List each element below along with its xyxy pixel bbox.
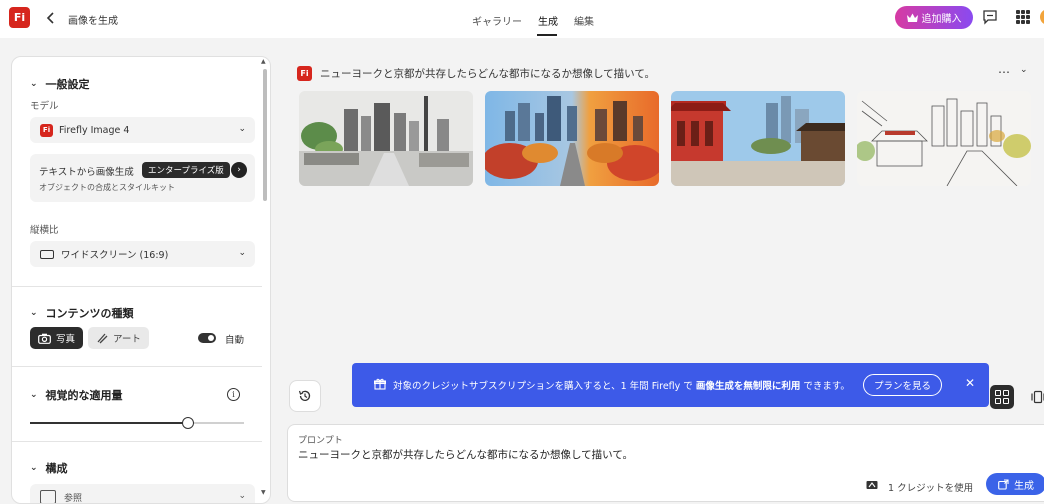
general-settings-heading: 一般設定 — [45, 78, 90, 91]
chevron-left-icon[interactable] — [43, 8, 59, 28]
visual-intensity-heading: 視覚的な適用量 — [45, 389, 123, 402]
tab-gallery[interactable]: ギャラリー — [472, 13, 522, 28]
content-type-heading: コンテンツの種類 — [45, 307, 134, 320]
gift-icon — [374, 378, 386, 390]
chevron-down-icon[interactable]: ⌄ — [1020, 65, 1028, 75]
credit-icon — [866, 481, 878, 489]
aspect-ratio-select[interactable]: ワイドスクリーン (16:9) ⌄ — [30, 241, 255, 267]
more-options-icon[interactable]: ⋯ — [998, 65, 1011, 79]
divider — [12, 286, 262, 287]
chevron-down-icon: ⌄ — [30, 463, 38, 473]
subscription-banner: 対象のクレジットサブスクリプションを購入すると、1 年間 Firefly で 画… — [352, 363, 989, 407]
avatar[interactable] — [1040, 9, 1044, 25]
chevron-down-icon: ⌄ — [238, 491, 246, 501]
chat-icon[interactable] — [982, 9, 998, 25]
photo-label: 写真 — [56, 334, 76, 345]
photo-button[interactable]: 写真 — [30, 327, 84, 349]
art-button[interactable]: アート — [88, 327, 149, 349]
crown-icon — [906, 13, 918, 22]
composition-header[interactable]: ⌄ 構成 — [30, 460, 68, 476]
prompt-box[interactable]: プロンプト ニューヨークと京都が共存したらどんな都市になるか想像して描いて。 1… — [287, 424, 1044, 502]
generated-image-1[interactable] — [299, 91, 473, 186]
content-type-header[interactable]: ⌄ コンテンツの種類 — [30, 305, 134, 321]
slider-fill — [30, 422, 189, 424]
model-value: Firefly Image 4 — [59, 124, 130, 136]
tab-generate[interactable]: 生成 — [538, 13, 558, 28]
widescreen-icon — [40, 249, 54, 259]
text-to-image-subtitle: オブジェクトの合成とスタイルキット — [39, 183, 175, 192]
model-select[interactable]: Fi Firefly Image 4 ⌄ — [30, 117, 255, 143]
text-to-image-title: テキストから画像生成 — [39, 167, 134, 178]
scrollbar-thumb[interactable] — [263, 69, 267, 201]
grid-view-button[interactable] — [990, 385, 1014, 409]
auto-toggle[interactable] — [198, 333, 216, 343]
chevron-down-icon: ⌄ — [238, 248, 246, 258]
scroll-up-arrow-icon[interactable]: ▲ — [261, 58, 266, 65]
firefly-icon: Fi — [297, 66, 312, 81]
top-bar: Fi 画像を生成 ギャラリー 生成 編集 追加購入 — [0, 0, 1044, 38]
visual-intensity-header[interactable]: ⌄ 視覚的な適用量 — [30, 387, 123, 403]
aspect-ratio-value: ワイドスクリーン (16:9) — [61, 250, 169, 261]
generate-button-label: 生成 — [1014, 480, 1034, 492]
brush-icon — [97, 333, 108, 344]
camera-icon — [38, 333, 51, 344]
view-plans-button[interactable]: プランを見る — [863, 374, 943, 396]
settings-panel: ⌄ 一般設定 モデル Fi Firefly Image 4 ⌄ テキストから画像… — [11, 56, 271, 504]
generate-icon — [998, 478, 1009, 490]
general-settings-header[interactable]: ⌄ 一般設定 — [30, 76, 90, 92]
reference-label: 参照 — [64, 493, 83, 504]
chevron-down-icon: ⌄ — [30, 308, 38, 318]
image-icon — [40, 490, 56, 503]
chevron-down-icon: ⌄ — [30, 390, 38, 400]
auto-label: 自動 — [225, 335, 245, 346]
chevron-down-icon: ⌄ — [30, 79, 38, 89]
aspect-ratio-label: 縦横比 — [30, 225, 59, 236]
chevron-down-icon: ⌄ — [238, 124, 246, 134]
firefly-model-icon: Fi — [40, 123, 53, 137]
purchase-button-label: 追加購入 — [921, 14, 962, 25]
firefly-logo[interactable]: Fi — [9, 7, 30, 28]
info-icon[interactable]: i — [227, 388, 240, 401]
scroll-down-arrow-icon[interactable]: ▼ — [261, 489, 266, 496]
banner-text: 対象のクレジットサブスクリプションを購入すると、1 年間 Firefly で 画… — [393, 378, 850, 392]
composition-heading: 構成 — [45, 462, 68, 475]
result-header: Fi ニューヨークと京都が共存したらどんな都市になるか想像して描いて。 — [297, 66, 655, 81]
history-icon — [298, 390, 311, 401]
art-label: アート — [113, 334, 141, 345]
page-title: 画像を生成 — [68, 16, 118, 27]
generate-button[interactable]: 生成 — [986, 473, 1044, 495]
slider-thumb[interactable] — [182, 417, 195, 429]
text-to-image-card[interactable]: テキストから画像生成 エンタープライズ版 › オブジェクトの合成とスタイルキット — [30, 154, 255, 202]
divider — [12, 366, 262, 367]
purchase-button[interactable]: 追加購入 — [895, 6, 973, 29]
prompt-label: プロンプト — [298, 436, 343, 446]
apps-grid-icon[interactable] — [1016, 10, 1030, 24]
banner-text-post: できます。 — [803, 381, 850, 392]
arrow-right-icon[interactable]: › — [231, 162, 247, 178]
generated-image-2[interactable] — [485, 91, 659, 186]
divider — [12, 441, 262, 442]
tab-edit[interactable]: 編集 — [574, 13, 594, 28]
active-tab-indicator — [537, 34, 557, 36]
banner-text-bold: 画像生成を無制限に利用 — [695, 381, 801, 392]
credit-usage-text: 1 クレジットを使用 — [888, 483, 974, 494]
history-button[interactable] — [289, 380, 321, 412]
generated-image-4[interactable] — [857, 91, 1031, 186]
prompt-echo: ニューヨークと京都が共存したらどんな都市になるか想像して描いて。 — [320, 68, 656, 80]
enterprise-badge: エンタープライズ版 — [142, 162, 230, 178]
generated-image-3[interactable] — [671, 91, 845, 186]
visual-intensity-slider[interactable] — [30, 417, 244, 429]
reference-select[interactable]: 参照 ⌄ — [30, 484, 255, 504]
carousel-view-icon[interactable] — [1026, 385, 1044, 409]
model-label: モデル — [30, 101, 59, 112]
close-icon[interactable]: ✕ — [965, 376, 975, 390]
banner-text-pre: 対象のクレジットサブスクリプションを購入すると、1 年間 Firefly で — [393, 381, 693, 392]
prompt-input[interactable]: ニューヨークと京都が共存したらどんな都市になるか想像して描いて。 — [298, 447, 633, 462]
